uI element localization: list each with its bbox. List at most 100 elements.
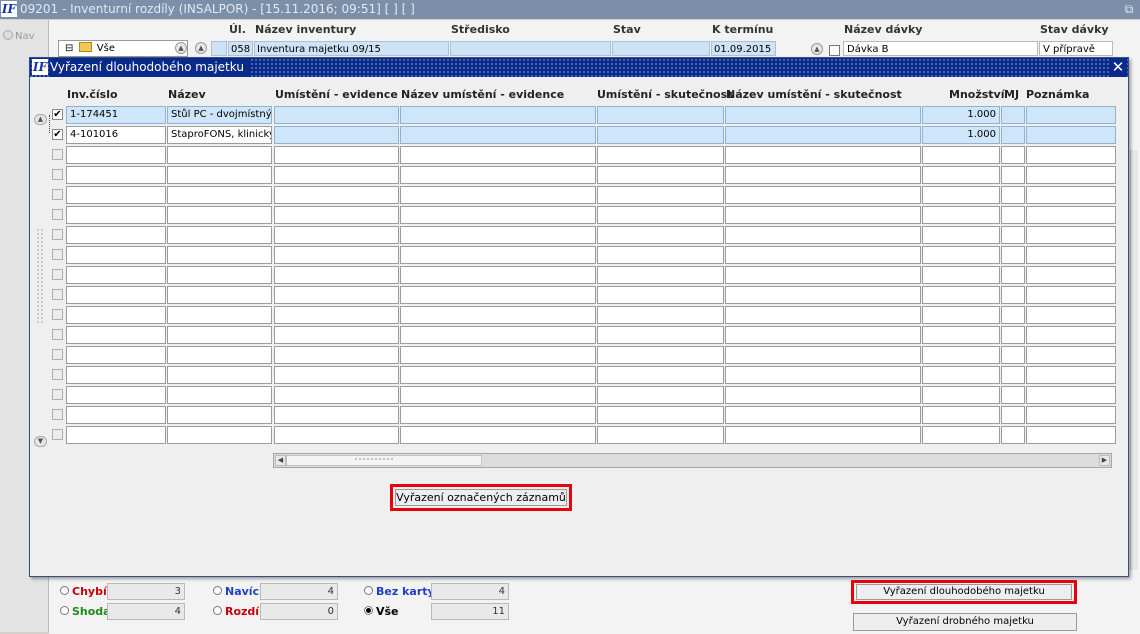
row-checkbox[interactable] [52,309,63,320]
cell-mnozstvi[interactable] [922,166,1000,184]
row-checkbox[interactable] [52,189,63,200]
cell-nazev-umisteni-evidence[interactable] [400,266,596,284]
cell-mj[interactable] [1001,206,1025,224]
vyrazeni-oznacenych-button[interactable]: Vyřazení označených záznamů [395,489,567,506]
cell-nazev-umisteni-skutecnost[interactable] [725,126,921,144]
cell-inv-cislo[interactable] [66,366,166,384]
cell-inv-cislo[interactable] [66,186,166,204]
row-checkbox[interactable] [52,289,63,300]
cell-inv-cislo[interactable] [66,426,166,444]
cell-nazev[interactable] [167,246,272,264]
row-checkbox[interactable] [52,369,63,380]
cell-mj[interactable] [1001,146,1025,164]
navigator-tab[interactable]: Nav [3,30,35,42]
cell-mnozstvi[interactable]: 1.000 [922,106,1000,124]
cell-nazev-umisteni-evidence[interactable] [400,166,596,184]
cell-nazev-umisteni-evidence[interactable] [400,426,596,444]
cell-nazev-umisteni-evidence[interactable] [400,126,596,144]
cell-nazev[interactable] [167,386,272,404]
record-k-terminu-field[interactable]: 01.09.2015 [711,41,776,56]
cell-mnozstvi[interactable] [922,306,1000,324]
cell-mj[interactable] [1001,426,1025,444]
filter-radio-3[interactable] [364,586,373,595]
cell-umisteni-skutecnost[interactable] [597,426,724,444]
cell-umisteni-evidence[interactable] [274,426,399,444]
cell-nazev-umisteni-evidence[interactable] [400,286,596,304]
cell-nazev-umisteni-evidence[interactable] [400,346,596,364]
vyrazeni-drobneho-button[interactable]: Vyřazení drobného majetku [853,613,1077,631]
cell-umisteni-evidence[interactable] [274,166,399,184]
cell-nazev-umisteni-skutecnost[interactable] [725,146,921,164]
cell-nazev[interactable] [167,146,272,164]
cell-nazev-umisteni-skutecnost[interactable] [725,266,921,284]
cell-umisteni-skutecnost[interactable] [597,126,724,144]
cell-umisteni-skutecnost[interactable] [597,206,724,224]
row-checkbox[interactable] [52,329,63,340]
cell-nazev[interactable] [167,366,272,384]
cell-poznamka[interactable] [1026,106,1116,124]
filter-radio-2[interactable] [213,586,222,595]
cell-nazev-umisteni-evidence[interactable] [400,326,596,344]
cell-poznamka[interactable] [1026,406,1116,424]
cell-mj[interactable] [1001,226,1025,244]
cell-inv-cislo[interactable] [66,146,166,164]
cell-mj[interactable] [1001,286,1025,304]
cell-poznamka[interactable] [1026,166,1116,184]
cell-inv-cislo[interactable] [66,286,166,304]
cell-inv-cislo[interactable] [66,326,166,344]
cell-nazev-umisteni-skutecnost[interactable] [725,326,921,344]
cell-umisteni-evidence[interactable] [274,126,399,144]
cell-umisteni-skutecnost[interactable] [597,246,724,264]
cell-umisteni-skutecnost[interactable] [597,286,724,304]
cell-nazev[interactable] [167,406,272,424]
cell-nazev[interactable] [167,226,272,244]
cell-inv-cislo[interactable] [66,346,166,364]
cell-mj[interactable] [1001,306,1025,324]
filter-radio-6[interactable] [364,606,373,615]
cell-umisteni-evidence[interactable] [274,146,399,164]
cell-mnozstvi[interactable] [922,186,1000,204]
cell-nazev[interactable] [167,286,272,304]
cell-nazev-umisteni-skutecnost[interactable] [725,106,921,124]
cell-umisteni-evidence[interactable] [274,346,399,364]
record-indicator[interactable] [211,41,227,56]
cell-nazev-umisteni-skutecnost[interactable] [725,166,921,184]
cell-poznamka[interactable] [1026,266,1116,284]
cell-mj[interactable] [1001,326,1025,344]
cell-umisteni-evidence[interactable] [274,246,399,264]
cell-nazev-umisteni-skutecnost[interactable] [725,426,921,444]
record-scroll-up-icon[interactable]: ▲ [195,42,207,54]
cell-mnozstvi[interactable] [922,246,1000,264]
cell-nazev[interactable] [167,266,272,284]
cell-umisteni-evidence[interactable] [274,406,399,424]
cell-umisteni-skutecnost[interactable] [597,166,724,184]
cell-nazev-umisteni-skutecnost[interactable] [725,186,921,204]
cell-umisteni-skutecnost[interactable] [597,406,724,424]
filter-radio-5[interactable] [213,606,222,615]
cell-umisteni-skutecnost[interactable] [597,106,724,124]
cell-inv-cislo[interactable] [66,166,166,184]
cell-poznamka[interactable] [1026,326,1116,344]
cell-mnozstvi[interactable] [922,206,1000,224]
cell-umisteni-evidence[interactable] [274,366,399,384]
cell-umisteni-skutecnost[interactable] [597,366,724,384]
cell-umisteni-skutecnost[interactable] [597,306,724,324]
cell-umisteni-skutecnost[interactable] [597,266,724,284]
tree-collapse-icon[interactable]: ⊟ [65,43,73,54]
cell-mj[interactable] [1001,266,1025,284]
cell-umisteni-skutecnost[interactable] [597,346,724,364]
row-checkbox[interactable] [52,209,63,220]
cell-umisteni-evidence[interactable] [274,306,399,324]
cell-mnozstvi[interactable] [922,146,1000,164]
record-nazev-inventury-field[interactable]: Inventura majetku 09/15 [254,41,449,56]
scroll-left-icon[interactable]: ◀ [275,455,286,466]
cell-nazev-umisteni-evidence[interactable] [400,206,596,224]
cell-nazev-umisteni-evidence[interactable] [400,106,596,124]
cell-inv-cislo[interactable] [66,306,166,324]
cell-nazev-umisteni-skutecnost[interactable] [725,386,921,404]
cell-umisteni-skutecnost[interactable] [597,146,724,164]
cell-mnozstvi[interactable] [922,366,1000,384]
cell-nazev-umisteni-skutecnost[interactable] [725,306,921,324]
row-checkbox[interactable] [52,349,63,360]
cell-mnozstvi[interactable] [922,286,1000,304]
